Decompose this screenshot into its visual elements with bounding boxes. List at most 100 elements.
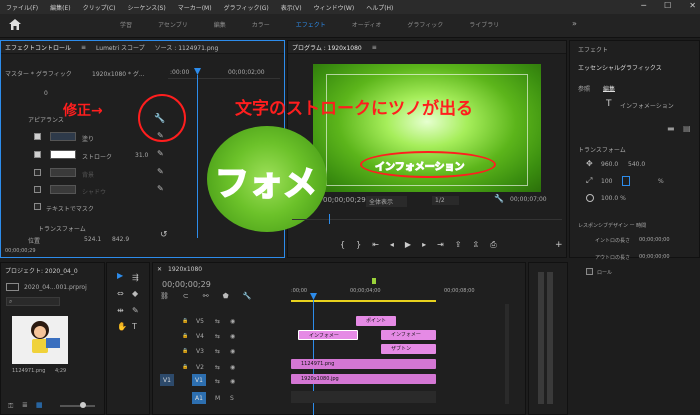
timeline-marker[interactable] (372, 278, 376, 284)
menu-item[interactable]: マーカー(M) (178, 3, 212, 12)
snap-icon[interactable]: ⊂ (183, 292, 189, 300)
ripple-edit-icon[interactable]: ⇔ (117, 289, 124, 298)
eyedropper-icon[interactable]: ✎ (157, 167, 164, 176)
value-zero[interactable]: 0 (44, 90, 48, 97)
workspace-tab[interactable]: 編集 (214, 20, 226, 29)
fill-checkbox[interactable] (34, 133, 41, 140)
slip-tool-icon[interactable]: ⇹ (117, 306, 124, 315)
workspace-tab[interactable]: カラー (252, 20, 270, 29)
extract-icon[interactable]: ⇫ (472, 240, 479, 250)
icon-view-icon[interactable]: ▦ (36, 401, 43, 409)
eg-browse-tab[interactable]: 参照 (578, 84, 590, 93)
new-layer-icon[interactable]: ▤ (683, 124, 691, 133)
eg-intro-value[interactable]: 00;00;00;00 (639, 237, 670, 243)
tab-effect-controls[interactable]: エフェクトコントロール (5, 43, 71, 52)
stroke-checkbox[interactable] (34, 151, 41, 158)
master-label[interactable]: マスター * グラフィック (5, 69, 72, 78)
sync-icon[interactable]: ⇆ (215, 378, 220, 385)
program-title[interactable]: プログラム : 1920x1080 (292, 43, 362, 52)
track-label[interactable]: V4 (196, 333, 204, 340)
track-lock-icon[interactable]: 🔒 (182, 333, 188, 339)
position-y[interactable]: 842.9 (112, 236, 129, 243)
position-x[interactable]: 524.1 (84, 236, 101, 243)
hand-tool-icon[interactable]: ✋ (117, 322, 127, 331)
track-lock-icon[interactable]: 🔒 (182, 348, 188, 354)
menu-item[interactable]: グラフィック(G) (224, 3, 269, 12)
timeline-title[interactable]: 1920x1080 (168, 266, 202, 273)
effects-tab[interactable]: エフェクト (578, 45, 608, 54)
roll-checkbox[interactable] (586, 268, 593, 275)
step-back-icon[interactable]: ◂ (390, 240, 394, 250)
clip-info-selected[interactable]: インフォメー (298, 330, 358, 340)
resolution-dropdown[interactable]: 1/2 (432, 196, 459, 205)
menu-item[interactable]: 表示(V) (281, 3, 302, 12)
workspace-tab[interactable]: グラフィック (407, 20, 443, 29)
fill-color-swatch[interactable] (50, 132, 76, 141)
bg-checkbox[interactable] (34, 169, 41, 176)
menu-item[interactable]: ファイル(F) (6, 3, 38, 12)
clip-zabuton[interactable]: ザブトン (381, 344, 436, 354)
sync-icon[interactable]: ⇆ (215, 318, 220, 325)
zoom-slider[interactable] (60, 405, 95, 407)
minimize-icon[interactable]: ─ (641, 1, 646, 10)
solo-icon[interactable]: S (230, 395, 234, 402)
eyedropper-icon[interactable]: ✎ (157, 184, 164, 193)
eg-title[interactable]: エッセンシャルグラフィックス (578, 63, 662, 72)
menu-item[interactable]: シーケンス(S) (128, 3, 166, 12)
linked-icon[interactable]: ⚯ (203, 292, 209, 300)
eyedropper-icon[interactable]: ✎ (157, 149, 164, 158)
mask-checkbox[interactable] (34, 203, 41, 210)
settings-wrench-icon[interactable]: 🔧 (494, 194, 504, 203)
project-title[interactable]: プロジェクト: 2020_04_0 (5, 266, 78, 275)
audio-track-a1[interactable] (291, 391, 436, 403)
track-lock-icon[interactable]: 🔒 (182, 364, 188, 370)
mute-icon[interactable]: M (215, 395, 220, 402)
link-icon[interactable] (622, 176, 630, 186)
track-label[interactable]: V2 (196, 364, 204, 371)
track-label[interactable]: V3 (196, 348, 204, 355)
maximize-icon[interactable]: ☐ (664, 1, 671, 10)
mark-out-icon[interactable]: } (356, 240, 361, 250)
workspace-more-icon[interactable]: » (572, 19, 577, 28)
eg-pos-y[interactable]: 540.0 (628, 161, 645, 168)
clip-image-png[interactable]: 1124971.png (291, 359, 436, 369)
mark-in-icon[interactable]: { (340, 240, 345, 250)
go-to-in-icon[interactable]: ⇤ (372, 240, 379, 250)
track-lock-icon[interactable]: 🔒 (182, 318, 188, 324)
program-timecode[interactable]: 00;00;00;29 (323, 196, 366, 204)
clip-bg-jpg[interactable]: 1920x1080.jpg (291, 374, 436, 384)
project-search-input[interactable] (6, 297, 60, 306)
timeline-scrollbar[interactable] (505, 304, 509, 404)
lift-icon[interactable]: ⇪ (455, 240, 462, 250)
track-label[interactable]: V5 (196, 318, 204, 325)
workspace-tab[interactable]: オーディオ (352, 20, 382, 29)
clip-point[interactable]: ポイント (356, 316, 396, 326)
sync-icon[interactable]: ⇆ (215, 364, 220, 371)
selection-tool-icon[interactable]: ▶ (117, 271, 123, 280)
ec-timecode[interactable]: 00;00;00;29 (5, 248, 36, 254)
clip-info[interactable]: インフォメー (381, 330, 436, 340)
type-tool-icon[interactable]: T (132, 322, 137, 331)
stroke-value[interactable]: 31.0 (135, 152, 148, 159)
workspace-tab[interactable]: ライブラリ (469, 20, 499, 29)
eg-pos-x[interactable]: 960.0 (601, 161, 618, 168)
step-forward-icon[interactable]: ▸ (422, 240, 426, 250)
shadow-color-swatch[interactable] (50, 185, 76, 194)
export-frame-icon[interactable]: ⎙ (490, 240, 496, 250)
eye-icon[interactable]: ◉ (230, 348, 235, 355)
eye-icon[interactable]: ◉ (230, 318, 235, 325)
razor-tool-icon[interactable]: ◆ (132, 289, 138, 298)
shadow-checkbox[interactable] (34, 186, 41, 193)
sync-icon[interactable]: ⇆ (215, 333, 220, 340)
bg-color-swatch[interactable] (50, 168, 76, 177)
eye-icon[interactable]: ◉ (230, 378, 235, 385)
folder-icon[interactable]: ▬ (667, 124, 675, 133)
stroke-color-swatch[interactable] (50, 150, 76, 159)
eg-outro-value[interactable]: 00;00;00;00 (639, 254, 670, 260)
reset-icon[interactable]: ↺ (160, 230, 168, 240)
eye-icon[interactable]: ◉ (230, 364, 235, 371)
menu-item[interactable]: クリップ(C) (83, 3, 116, 12)
project-thumbnail[interactable] (12, 316, 68, 364)
workspace-tab[interactable]: アセンブリ (158, 20, 188, 29)
menu-item[interactable]: ヘルプ(H) (366, 3, 393, 12)
